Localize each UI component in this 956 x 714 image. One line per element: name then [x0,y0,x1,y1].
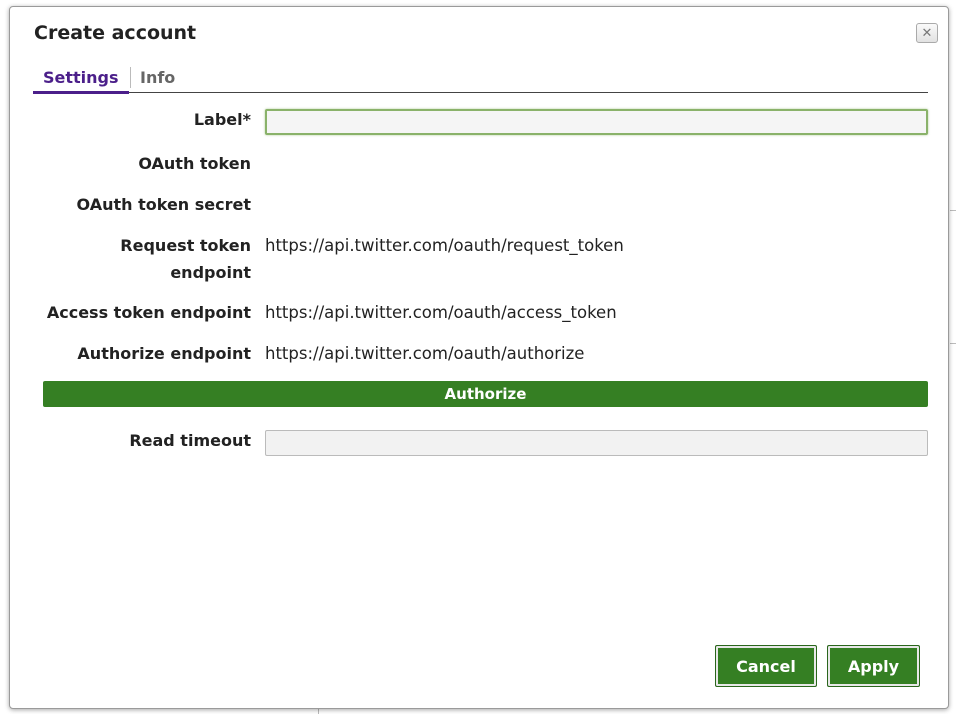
request-token-endpoint-label: Request token endpoint [120,232,251,286]
cancel-button[interactable]: Cancel [715,645,817,687]
read-timeout-label: Read timeout [129,431,251,450]
access-token-endpoint-value: https://api.twitter.com/oauth/access_tok… [265,303,617,322]
apply-button[interactable]: Apply [827,645,920,687]
background-divider [950,210,956,211]
create-account-dialog: Create account ✕ Settings Info Label* OA… [9,6,949,709]
tab-bar: Settings Info [33,65,928,94]
tab-info[interactable]: Info [140,68,175,87]
close-icon: ✕ [921,25,933,41]
label-input[interactable] [265,109,928,135]
request-token-endpoint-label-line1: Request token [120,236,251,255]
request-token-endpoint-label-line2: endpoint [170,263,251,282]
tab-divider [130,67,131,88]
read-timeout-input[interactable] [265,430,928,456]
oauth-token-secret-label: OAuth token secret [76,195,251,214]
background-divider [950,343,956,344]
authorize-endpoint-label: Authorize endpoint [77,344,251,363]
close-button[interactable]: ✕ [916,23,938,43]
authorize-endpoint-value: https://api.twitter.com/oauth/authorize [265,344,585,363]
tab-settings[interactable]: Settings [43,68,119,87]
authorize-button[interactable]: Authorize [43,381,928,407]
active-tab-indicator [33,91,129,94]
background-divider [318,709,319,714]
request-token-endpoint-value: https://api.twitter.com/oauth/request_to… [265,236,624,255]
label-field-label: Label* [193,110,251,129]
dialog-title: Create account [34,22,197,44]
oauth-token-label: OAuth token [138,154,251,173]
access-token-endpoint-label: Access token endpoint [46,303,251,322]
